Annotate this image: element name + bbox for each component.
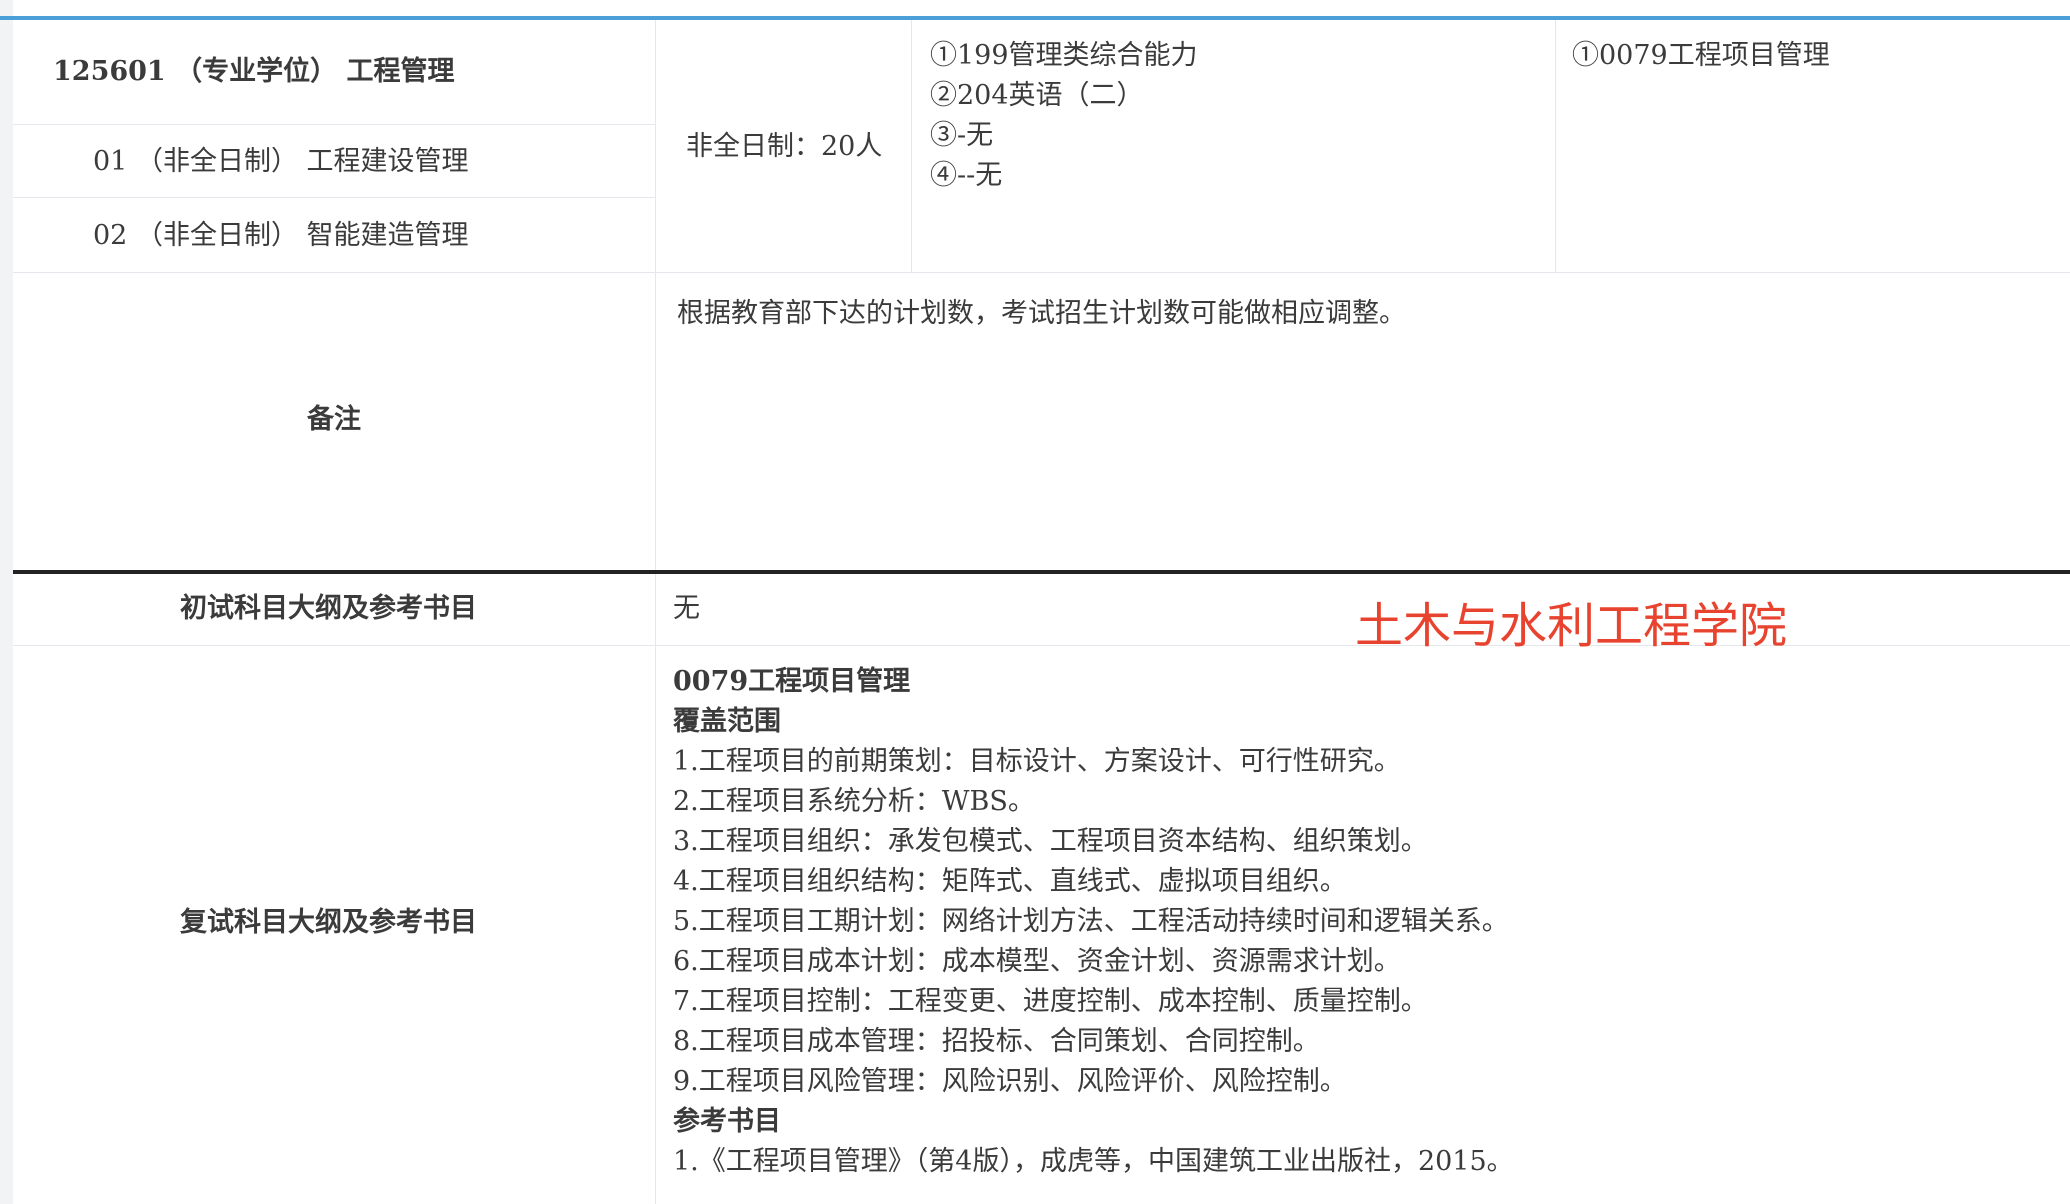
retest-syllabus: 0079工程项目管理 覆盖范围 1.工程项目的前期策划：目标设计、方案设计、可行… [673, 662, 1514, 1182]
reference-item: 1.《工程项目管理》（第4版），成虎等，中国建筑工业出版社，2015。 [673, 1146, 1514, 1177]
scope-item: 6.工程项目成本计划：成本模型、资金计划、资源需求计划。 [673, 946, 1401, 977]
scope-item: 9.工程项目风险管理：风险识别、风险评价、风险控制。 [673, 1066, 1347, 1097]
column-divider [911, 20, 912, 272]
scope-item: 2.工程项目系统分析：WBS。 [673, 786, 1035, 817]
direction-01: 01 （非全日制） 工程建设管理 [93, 146, 469, 177]
exam-subject-1: ①199管理类综合能力 [930, 40, 1198, 71]
left-margin-strip [0, 0, 13, 1204]
prelim-label: 初试科目大纲及参考书目 [180, 593, 477, 624]
retest-subject: ①0079工程项目管理 [1572, 40, 1830, 71]
row-divider [13, 124, 655, 125]
scope-item: 1.工程项目的前期策划：目标设计、方案设计、可行性研究。 [673, 746, 1401, 777]
column-divider [655, 20, 656, 1204]
scope-item: 8.工程项目成本管理：招投标、合同策划、合同控制。 [673, 1026, 1320, 1057]
major-code-title: 125601 （专业学位） 工程管理 [53, 56, 455, 87]
scope-item: 7.工程项目控制：工程变更、进度控制、成本控制、质量控制。 [673, 986, 1428, 1017]
row-divider [13, 197, 655, 198]
scope-heading: 覆盖范围 [673, 706, 781, 737]
scope-item: 4.工程项目组织结构：矩阵式、直线式、虚拟项目组织。 [673, 866, 1347, 897]
watermark-text: 土木与水利工程学院 [1355, 598, 1788, 654]
exam-subject-3: ③-无 [930, 120, 994, 151]
row-divider [13, 272, 2070, 273]
column-divider [1555, 20, 1556, 272]
prelim-value: 无 [673, 593, 700, 624]
retest-label: 复试科目大纲及参考书目 [180, 907, 477, 938]
course-title: 0079工程项目管理 [673, 666, 911, 697]
section-divider [13, 570, 2070, 574]
top-accent-bar [0, 16, 2070, 20]
reference-heading: 参考书目 [673, 1106, 781, 1137]
scope-item: 5.工程项目工期计划：网络计划方法、工程活动持续时间和逻辑关系。 [673, 906, 1509, 937]
exam-subject-2: ②204英语（二） [930, 80, 1144, 111]
exam-subjects: ①199管理类综合能力 ②204英语（二） ③-无 ④--无 [930, 36, 1198, 196]
scope-item: 3.工程项目组织：承发包模式、工程项目资本结构、组织策划。 [673, 826, 1428, 857]
direction-02: 02 （非全日制） 智能建造管理 [93, 220, 469, 251]
remark-label: 备注 [307, 404, 361, 435]
exam-subject-4: ④--无 [930, 160, 1003, 191]
remark-text: 根据教育部下达的计划数，考试招生计划数可能做相应调整。 [677, 298, 1406, 329]
enrollment-count: 非全日制：20人 [686, 131, 883, 162]
